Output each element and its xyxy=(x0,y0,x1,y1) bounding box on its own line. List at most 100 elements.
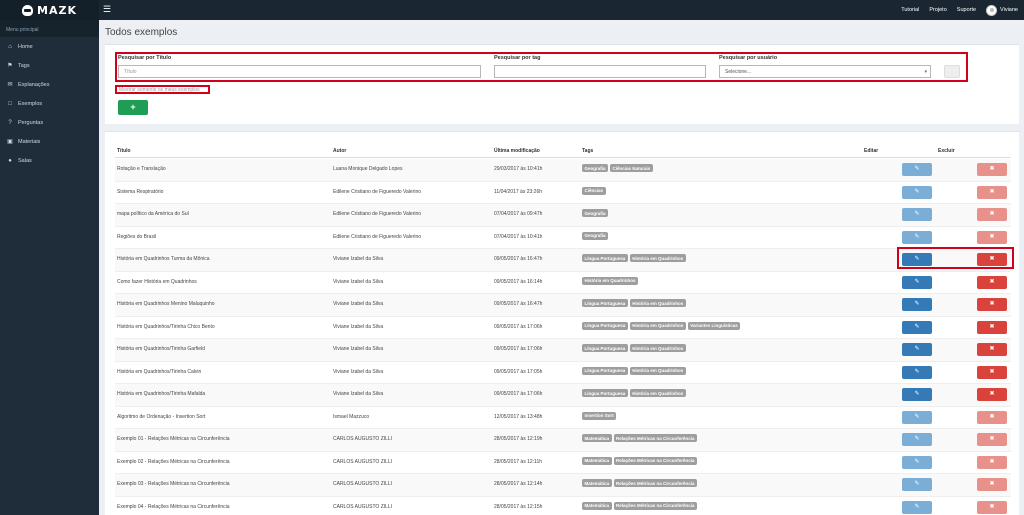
tag-badge[interactable]: Geografia xyxy=(582,209,609,217)
tag-badge[interactable]: Matemática xyxy=(582,479,612,487)
column-header-modified[interactable]: Última modificação xyxy=(494,148,540,154)
logo[interactable]: MAZK xyxy=(0,0,99,20)
nav-suporte[interactable]: Suporte xyxy=(957,7,976,13)
nav-projeto[interactable]: Projeto xyxy=(929,7,946,13)
tag-badge[interactable]: História em Quadrinhos xyxy=(629,254,686,262)
edit-button[interactable]: ✎ xyxy=(902,500,932,514)
delete-button[interactable]: ✖ xyxy=(977,320,1007,334)
column-header-author[interactable]: Autor xyxy=(333,148,346,154)
close-icon: ✖ xyxy=(989,503,995,510)
row-title: Como fazer História em Quadrinhos xyxy=(117,278,197,285)
tag-badge[interactable]: Matemática xyxy=(582,456,612,465)
delete-button[interactable]: ✖ xyxy=(977,410,1007,424)
edit-button[interactable]: ✎ xyxy=(902,388,932,401)
table-row: Sistema Respiratório Edilene Cristiano de… xyxy=(115,182,1011,204)
tag-badge[interactable]: Ciências xyxy=(582,186,606,195)
delete-button[interactable]: ✖ xyxy=(977,455,1007,469)
sidebar-item-explanacoes[interactable]: ✉ Explanações xyxy=(0,75,99,94)
tag-badge[interactable]: Geografia xyxy=(582,164,609,172)
delete-button[interactable]: ✖ xyxy=(977,185,1007,199)
edit-button[interactable]: ✎ xyxy=(902,185,932,199)
delete-button[interactable]: ✖ xyxy=(977,343,1007,356)
my-examples-toggle[interactable]: Mostrar somente os meus exemplos xyxy=(115,85,210,94)
delete-button[interactable]: ✖ xyxy=(977,230,1007,244)
tag-badge[interactable]: Língua Portuguesa xyxy=(582,366,628,375)
tag-badge[interactable]: Língua Portuguesa xyxy=(582,344,628,352)
delete-button[interactable]: ✖ xyxy=(977,163,1007,176)
user-menu[interactable]: Viviane xyxy=(986,4,1018,16)
edit-button[interactable]: ✎ xyxy=(902,320,932,334)
tag-badge[interactable]: História em Quadrinhos xyxy=(582,276,639,285)
tag-badge[interactable]: Língua Portuguesa xyxy=(582,389,628,397)
tag-badge[interactable]: Relações Métricas na Circunferência xyxy=(613,434,698,442)
edit-button[interactable]: ✎ xyxy=(902,230,932,244)
column-header-tags[interactable]: Tags xyxy=(582,148,593,154)
row-author: Edilene Cristiano de Figueredo Valerino xyxy=(333,211,422,217)
edit-button[interactable]: ✎ xyxy=(902,343,932,356)
tag-badge[interactable]: História em Quadrinhos xyxy=(629,344,686,352)
delete-button[interactable]: ✖ xyxy=(977,365,1007,379)
row-tags: Língua Portuguesa História em Quadrinhos xyxy=(582,299,686,307)
search-button[interactable] xyxy=(944,65,960,78)
edit-button[interactable]: ✎ xyxy=(902,478,932,491)
tag-badge[interactable]: Relações Métricas na Circunferência xyxy=(613,456,698,465)
sidebar-item-home[interactable]: ⌂ Home xyxy=(0,37,99,56)
pencil-icon: ✎ xyxy=(914,301,920,307)
row-author: CARLOS AUGUSTO ZILLI xyxy=(333,458,393,465)
tag-badge[interactable]: História em Quadrinhos xyxy=(629,299,686,307)
tag-badge[interactable]: Insertion Sort xyxy=(582,411,617,420)
sidebar-item-perguntas[interactable]: ? Perguntas xyxy=(0,113,99,132)
nav-tutorial[interactable]: Tutorial xyxy=(901,7,919,13)
delete-button[interactable]: ✖ xyxy=(977,298,1007,311)
hamburger-menu-icon[interactable]: ☰ xyxy=(103,5,111,14)
edit-button[interactable]: ✎ xyxy=(902,433,932,446)
tag-badge[interactable]: História em Quadrinhos xyxy=(629,366,686,375)
row-modified: 11/04/2017 às 23:26h xyxy=(494,188,543,195)
sidebar-item-exemplos[interactable]: □ Exemplos xyxy=(0,94,99,113)
sidebar-item-materiais[interactable]: ▣ Materiais xyxy=(0,132,99,151)
sidebar: Menu principal ⌂ Home ⚑ Tags ✉ Explanaçõ… xyxy=(0,20,99,515)
users-icon: ● xyxy=(8,157,12,164)
pencil-icon: ✎ xyxy=(914,323,920,330)
tag-badge[interactable]: Língua Portuguesa xyxy=(582,254,628,262)
edit-button[interactable]: ✎ xyxy=(902,410,932,424)
tag-badge[interactable]: História em Quadrinhos xyxy=(629,321,686,330)
tag-icon: ⚑ xyxy=(7,62,13,69)
title-search-input[interactable]: Título xyxy=(118,65,481,78)
edit-button[interactable]: ✎ xyxy=(902,455,932,469)
tag-badge[interactable]: Língua Portuguesa xyxy=(582,299,628,307)
tag-badge[interactable]: Geografia xyxy=(582,231,609,240)
sidebar-item-salas[interactable]: ● Salas xyxy=(0,151,99,170)
sidebar-item-tags[interactable]: ⚑ Tags xyxy=(0,56,99,75)
add-example-button[interactable]: + xyxy=(118,100,148,115)
tag-badge[interactable]: Relações Métricas na Circunferência xyxy=(613,479,698,487)
row-modified: 09/05/2017 às 16:47h xyxy=(494,301,543,307)
tag-badge[interactable]: Língua Portuguesa xyxy=(582,321,628,330)
edit-button[interactable]: ✎ xyxy=(902,208,932,221)
tag-badge[interactable]: História em Quadrinhos xyxy=(629,389,686,397)
edit-button[interactable]: ✎ xyxy=(902,163,932,176)
delete-button[interactable]: ✖ xyxy=(977,433,1007,446)
row-title: mapa político da América do Sul xyxy=(117,211,189,217)
delete-button[interactable]: ✖ xyxy=(977,500,1007,514)
close-icon: ✖ xyxy=(989,211,995,217)
column-header-title[interactable]: Título xyxy=(117,148,131,154)
tag-badge[interactable]: Ciências Naturais xyxy=(610,164,653,172)
delete-button[interactable]: ✖ xyxy=(977,275,1007,289)
header-divider xyxy=(115,157,1011,158)
edit-button[interactable]: ✎ xyxy=(902,298,932,311)
tag-badge[interactable]: Variantes Linguísticas xyxy=(687,321,741,330)
tag-badge[interactable]: Relações Métricas na Circunferência xyxy=(613,501,698,510)
row-title: História em Quadrinhos/Tirinha Garfield xyxy=(117,346,205,352)
delete-button[interactable]: ✖ xyxy=(977,208,1007,221)
tag-badge[interactable]: Matemática xyxy=(582,434,612,442)
sidebar-item-label: Salas xyxy=(18,157,32,164)
tag-badge[interactable]: Matemática xyxy=(582,501,612,510)
delete-button[interactable]: ✖ xyxy=(977,478,1007,491)
row-author: Viviane Izabel da Silva xyxy=(333,391,384,397)
edit-button[interactable]: ✎ xyxy=(902,275,932,289)
edit-button[interactable]: ✎ xyxy=(902,365,932,379)
delete-button[interactable]: ✖ xyxy=(977,388,1007,401)
user-search-select[interactable]: Selecione... ▾ xyxy=(719,65,931,78)
tag-search-input[interactable] xyxy=(494,65,706,78)
